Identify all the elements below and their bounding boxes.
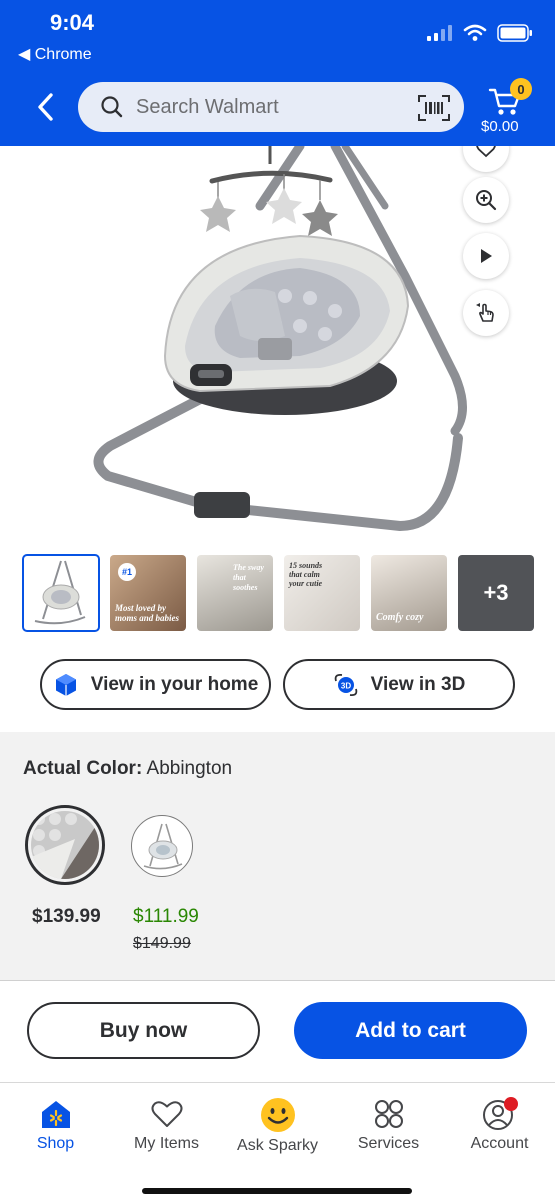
battery-icon [497, 24, 532, 42]
cart-total: $0.00 [481, 118, 519, 135]
smiley-icon [260, 1098, 295, 1132]
status-time: 9:04 [50, 10, 95, 35]
nav-ask-sparky[interactable]: Ask Sparky [222, 1097, 333, 1155]
color-label: Actual Color: Abbington [23, 758, 232, 780]
person-icon [482, 1097, 518, 1130]
thumbnail-2[interactable]: #1 Most loved by moms and babies [110, 555, 186, 631]
nav-my-items-label: My Items [134, 1135, 199, 1152]
view-in-home-label: View in your home [90, 673, 259, 695]
number-one-badge: #1 [118, 563, 136, 581]
cart-button[interactable]: 0 $0.00 [480, 78, 540, 138]
nav-services[interactable]: Services [333, 1097, 444, 1153]
view-in-home-button[interactable]: View in your home [40, 659, 271, 710]
chevron-left-icon [38, 93, 53, 121]
section-divider [0, 980, 555, 981]
cart-count-badge: 0 [510, 78, 532, 100]
color-swatch-abbington[interactable] [25, 805, 105, 885]
interactive-view-button[interactable] [463, 290, 509, 336]
hand-pointer-icon [476, 303, 494, 322]
thumbnail-3[interactable]: The sway that soothes [197, 555, 273, 631]
zoom-in-icon [476, 190, 497, 211]
thumbnail-caption: Comfy cozy [376, 612, 424, 623]
thumbnail-4[interactable]: 15 sounds that calm your cutie [284, 555, 360, 631]
more-images-count: +3 [483, 580, 509, 605]
back-button[interactable] [30, 90, 60, 124]
thumbnail-caption: 15 sounds that calm your cutie [289, 561, 323, 588]
thumbnail-caption: The sway that soothes [233, 563, 264, 592]
nav-my-items[interactable]: My Items [111, 1097, 222, 1153]
nav-ask-sparky-label: Ask Sparky [237, 1137, 318, 1154]
heart-icon [151, 1101, 182, 1127]
color-swatch-alternate[interactable] [131, 815, 193, 877]
thumbnail-strip: #1 Most loved by moms and babies The swa… [22, 554, 534, 632]
thumbnail-caption: Most loved by moms and babies [115, 603, 180, 623]
heart-icon [476, 146, 496, 158]
nav-account[interactable]: Account [444, 1097, 555, 1153]
view-in-3d-button[interactable]: 3D View in 3D [283, 659, 515, 710]
abbington-pattern-swatch [31, 811, 99, 879]
nav-account-label: Account [470, 1135, 529, 1152]
nav-shop-label: Shop [36, 1135, 75, 1152]
home-indicator [142, 1188, 412, 1194]
alternate-swing-swatch [143, 823, 183, 870]
status-icons [427, 24, 533, 42]
play-icon [481, 249, 492, 263]
back-to-app-link[interactable]: ◀ Chrome [18, 44, 92, 64]
search-icon [101, 96, 123, 118]
search-bar[interactable] [78, 82, 464, 132]
thumbnail-swing-image [34, 560, 86, 625]
color-value: Abbington [146, 758, 233, 779]
variant-price: $139.99 [32, 906, 101, 927]
thumbnail-1[interactable] [22, 554, 100, 632]
bottom-navigation: Shop My Items Ask Sparky Services Accoun… [0, 1082, 555, 1200]
app-header: 9:04 ◀ Chrome Search Walmart 0 $0.00 [0, 0, 555, 146]
variant-sale-price: $111.99 [133, 906, 199, 927]
color-label-title: Actual Color: [23, 758, 143, 779]
grid-circles-icon [374, 1100, 403, 1128]
nav-services-label: Services [357, 1135, 420, 1152]
product-image[interactable] [0, 146, 555, 546]
view-in-3d-label: View in 3D [370, 673, 466, 695]
more-images-thumbnail[interactable]: +3 [458, 555, 534, 631]
variant-was-price: $149.99 [133, 935, 191, 952]
ar-cube-icon [55, 673, 76, 696]
signal-icon [427, 25, 452, 41]
search-input[interactable] [136, 94, 406, 120]
zoom-button[interactable] [463, 177, 509, 223]
buy-now-button[interactable]: Buy now [27, 1002, 260, 1059]
color-variant-section: Actual Color: Abbington $139.99 $111.99 … [0, 732, 555, 980]
svg-text:3D: 3D [341, 681, 351, 690]
3d-view-icon: 3D [334, 673, 357, 696]
barcode-scanner-icon[interactable] [418, 95, 450, 121]
play-video-button[interactable] [463, 233, 509, 279]
nav-shop[interactable]: Shop [0, 1097, 111, 1153]
wifi-icon [463, 24, 487, 41]
spark-home-icon [41, 1101, 70, 1128]
add-to-cart-button[interactable]: Add to cart [294, 1002, 527, 1059]
thumbnail-5[interactable]: Comfy cozy [371, 555, 447, 631]
